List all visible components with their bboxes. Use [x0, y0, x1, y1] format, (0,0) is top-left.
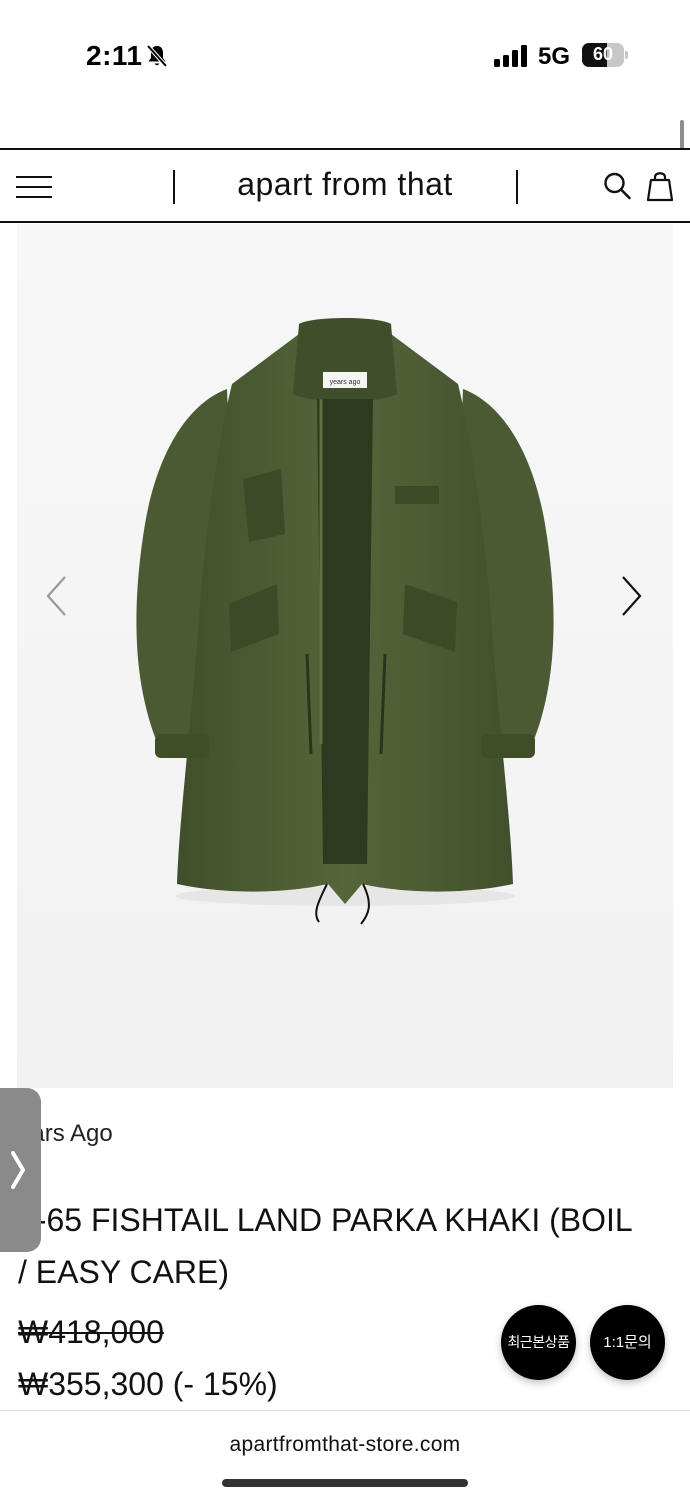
bell-muted-icon [146, 44, 168, 68]
status-time: 2:11 [86, 40, 143, 71]
next-image-arrow-icon[interactable] [617, 574, 645, 618]
site-header: apart from that [0, 148, 690, 223]
home-indicator[interactable] [222, 1479, 468, 1487]
shopping-bag-icon[interactable] [646, 170, 674, 202]
chevron-right-icon [11, 1151, 25, 1189]
product-title: 1-65 FISHTAIL LAND PARKA KHAKI (BOIL / E… [18, 1202, 632, 1290]
inquiry-button[interactable]: 1:1문의 [590, 1305, 665, 1380]
network-type: 5G [538, 43, 571, 70]
original-price: ₩418,000 [18, 1314, 164, 1350]
product-image-carousel[interactable]: years ago [17, 224, 673, 1088]
side-panel-toggle[interactable] [0, 1088, 41, 1252]
status-bar: 2:11 5G 60 [0, 0, 690, 112]
search-icon[interactable] [602, 170, 632, 202]
signal-icon [494, 45, 527, 67]
header-divider [173, 170, 175, 204]
header-divider [516, 170, 518, 204]
sale-price: ₩355,300 (- 15%) [18, 1366, 278, 1402]
address-url[interactable]: apartfromthat-store.com [0, 1433, 690, 1457]
battery-level: 60 [592, 44, 614, 64]
hamburger-menu-icon[interactable] [16, 174, 54, 200]
recent-items-button[interactable]: 최근본상품 [501, 1305, 576, 1380]
brand-logo[interactable]: apart from that [180, 166, 510, 203]
inner-label: years ago [330, 379, 361, 386]
browser-address-bar[interactable]: apartfromthat-store.com [0, 1410, 690, 1500]
product-image[interactable]: years ago [17, 224, 673, 1088]
battery-icon: 60 [582, 43, 628, 67]
previous-image-arrow-icon[interactable] [43, 574, 71, 618]
